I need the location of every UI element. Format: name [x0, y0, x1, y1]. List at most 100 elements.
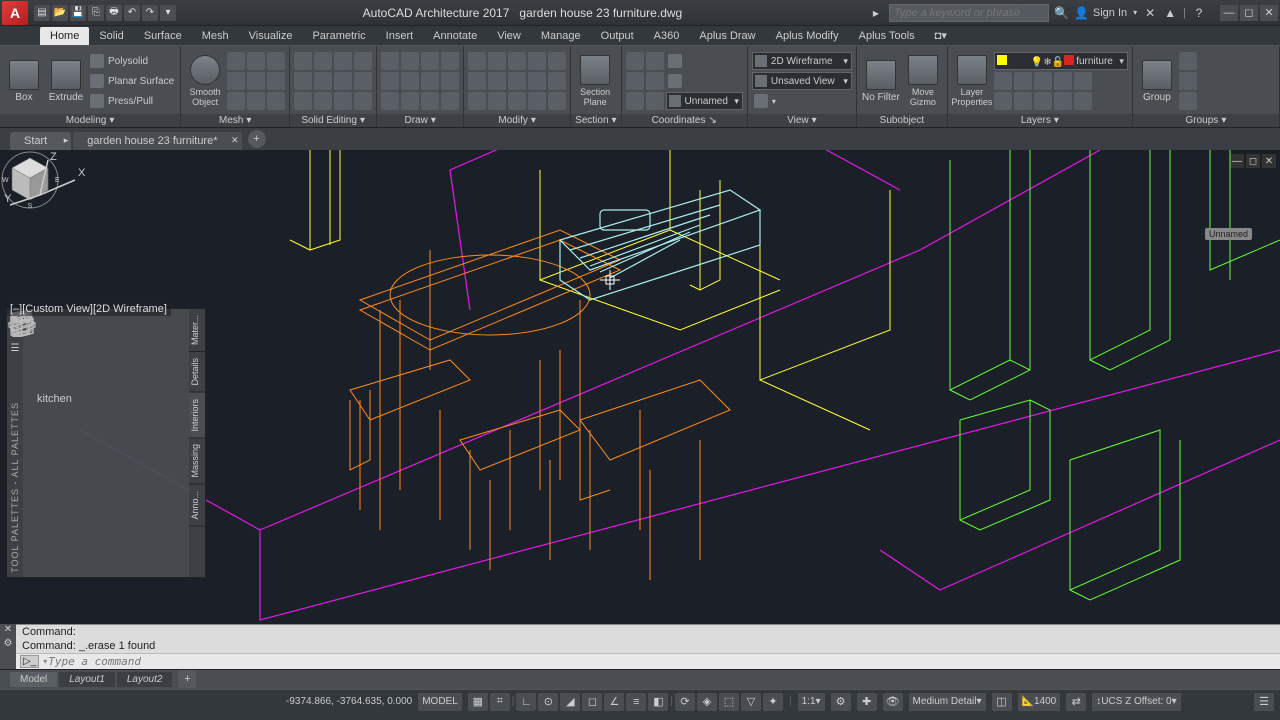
palette-item[interactable]: [91, 315, 127, 347]
panel-label-mesh[interactable]: Mesh ▾: [181, 114, 289, 127]
cmd-prompt-icon[interactable]: ▷_: [20, 655, 39, 668]
lwt-icon[interactable]: ≡: [626, 693, 646, 711]
ribbon-tab-overflow[interactable]: ◘▾: [925, 26, 957, 45]
ribbon-tab-visualize[interactable]: Visualize: [239, 27, 303, 45]
palette-item[interactable]: [37, 315, 73, 347]
ribbon-tab-parametric[interactable]: Parametric: [302, 27, 375, 45]
cmd-close-icon[interactable]: ✕: [0, 624, 16, 638]
keyword-search-input[interactable]: [889, 4, 1049, 22]
palette-item[interactable]: [91, 451, 127, 483]
se-icon[interactable]: [334, 52, 352, 70]
cycle-icon[interactable]: ⟳: [675, 693, 695, 711]
se-icon[interactable]: [314, 72, 332, 90]
palette-item[interactable]: [37, 413, 73, 445]
mod-icon[interactable]: [548, 72, 566, 90]
qat-more-icon[interactable]: ▾: [160, 5, 176, 21]
palette-item[interactable]: [145, 413, 181, 445]
draw-icon[interactable]: [401, 92, 419, 110]
mod-icon[interactable]: [488, 72, 506, 90]
panel-label-modeling[interactable]: Modeling ▾: [0, 114, 180, 127]
gizmo-icon[interactable]: ✦: [763, 693, 783, 711]
draw-icon[interactable]: [441, 52, 459, 70]
draw-icon[interactable]: [381, 52, 399, 70]
status-scale[interactable]: 1:1 ▾: [798, 693, 825, 711]
se-icon[interactable]: [334, 92, 352, 110]
coord-icon[interactable]: [646, 52, 664, 70]
draw-icon[interactable]: [381, 92, 399, 110]
layer-icon[interactable]: [994, 92, 1012, 110]
search-icon[interactable]: 🔍: [1055, 6, 1069, 20]
save-icon[interactable]: 💾: [70, 5, 86, 21]
replace-icon[interactable]: ⇄: [1066, 693, 1086, 711]
osnap-icon[interactable]: ◻: [582, 693, 602, 711]
mesh-tool-icon[interactable]: [267, 52, 285, 70]
ribbon-tab-solid[interactable]: Solid: [89, 27, 133, 45]
layout-tab-layout1[interactable]: Layout1: [59, 672, 115, 687]
draw-icon[interactable]: [441, 72, 459, 90]
panel-label-layers[interactable]: Layers ▾: [948, 114, 1132, 127]
group-icon[interactable]: [1179, 92, 1197, 110]
perf-icon[interactable]: 👁: [883, 693, 903, 711]
box-button[interactable]: Box: [4, 48, 44, 114]
help-icon[interactable]: ?: [1192, 6, 1206, 20]
gear-icon[interactable]: ⚙: [831, 693, 851, 711]
viewcube-view-label[interactable]: Unnamed: [1205, 228, 1252, 240]
saved-view-combo[interactable]: Unsaved View: [752, 72, 852, 90]
draw-icon[interactable]: [381, 72, 399, 90]
otrack-icon[interactable]: ∠: [604, 693, 624, 711]
panel-label-view[interactable]: View ▾: [748, 114, 856, 127]
extrude-button[interactable]: Extrude: [46, 48, 86, 114]
layer-icon[interactable]: [994, 72, 1012, 90]
panel-label-coordinates[interactable]: Coordinates ↘: [622, 114, 747, 127]
filter-icon[interactable]: ▽: [741, 693, 761, 711]
draw-icon[interactable]: [441, 92, 459, 110]
layout-tab-layout2[interactable]: Layout2: [117, 672, 173, 687]
mod-icon[interactable]: [528, 72, 546, 90]
draw-icon[interactable]: [401, 52, 419, 70]
mesh-tool-icon[interactable]: [227, 72, 245, 90]
move-gizmo-button[interactable]: Move Gizmo: [903, 48, 943, 114]
ribbon-tab-annotate[interactable]: Annotate: [423, 27, 487, 45]
mod-icon[interactable]: [488, 92, 506, 110]
panel-label-solidediting[interactable]: Solid Editing ▾: [290, 114, 376, 127]
se-icon[interactable]: [294, 72, 312, 90]
status-ucs-offset[interactable]: ↕ UCS Z Offset: 0 ▾: [1092, 693, 1180, 711]
layer-combo[interactable]: 💡❄🔓furniture: [994, 52, 1128, 70]
panel-label-draw[interactable]: Draw ▾: [377, 114, 463, 127]
palette-tab[interactable]: Massing: [189, 438, 205, 485]
layer-icon[interactable]: [1034, 92, 1052, 110]
ribbon-tab-output[interactable]: Output: [591, 27, 644, 45]
mod-icon[interactable]: [508, 72, 526, 90]
coord-icon[interactable]: [626, 52, 644, 70]
sign-in-button[interactable]: 👤Sign In▾: [1075, 6, 1137, 20]
ribbon-tab-aplustools[interactable]: Aplus Tools: [849, 27, 925, 45]
file-tab-document[interactable]: garden house 23 furniture*✕: [73, 132, 241, 150]
polysolid-button[interactable]: Polysolid: [88, 52, 176, 70]
maximize-button[interactable]: ◻: [1240, 5, 1258, 21]
mod-icon[interactable]: [508, 52, 526, 70]
palette-tab[interactable]: Interiors: [189, 393, 205, 439]
mod-icon[interactable]: [468, 72, 486, 90]
palette-tab[interactable]: Anno...: [189, 485, 205, 527]
coord-icon[interactable]: [626, 72, 644, 90]
draw-icon[interactable]: [421, 72, 439, 90]
se-icon[interactable]: [294, 52, 312, 70]
drawing-area[interactable]: [–][Custom View][2D Wireframe] — ◻ ✕: [0, 150, 1280, 624]
mesh-tool-icon[interactable]: [247, 52, 265, 70]
open-icon[interactable]: 📂: [52, 5, 68, 21]
ucs-combo[interactable]: Unnamed: [666, 92, 743, 110]
mesh-tool-icon[interactable]: [247, 72, 265, 90]
ribbon-tab-view[interactable]: View: [487, 27, 531, 45]
plot-icon[interactable]: 🖶: [106, 5, 122, 21]
palette-item[interactable]: [91, 413, 127, 445]
se-icon[interactable]: [334, 72, 352, 90]
transparency-icon[interactable]: ◧: [648, 693, 668, 711]
layer-icon[interactable]: [1034, 72, 1052, 90]
se-icon[interactable]: [314, 52, 332, 70]
ribbon-tab-home[interactable]: Home: [40, 27, 89, 45]
customize-icon[interactable]: ☰: [1254, 693, 1274, 711]
palette-item[interactable]: [37, 353, 73, 385]
nofilter-button[interactable]: No Filter: [861, 48, 901, 114]
ortho-icon[interactable]: ∟: [516, 693, 536, 711]
palette-tab[interactable]: Details: [189, 352, 205, 393]
